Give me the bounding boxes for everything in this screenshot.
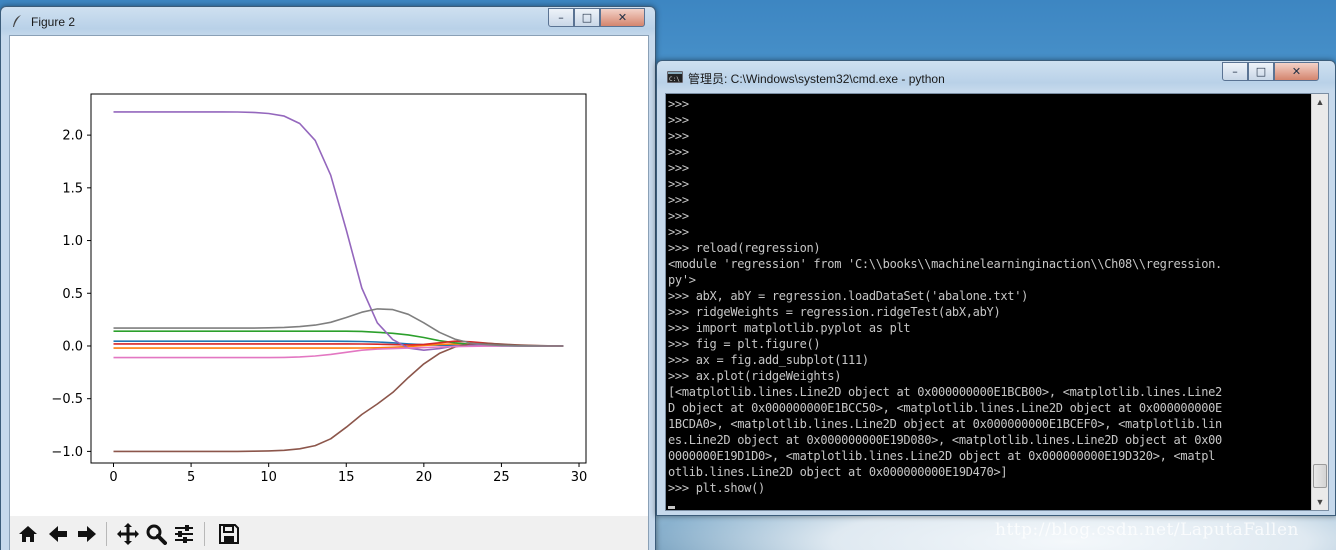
- svg-text:C:\: C:\: [669, 76, 680, 83]
- console-line: >>>: [668, 129, 689, 143]
- console-cursor: [668, 496, 1306, 510]
- x-tick-label: 15: [338, 470, 355, 485]
- console-line: >>>: [668, 209, 689, 223]
- close-button[interactable]: ✕: [600, 8, 645, 27]
- plot-frame: [90, 93, 587, 464]
- console-line: >>>: [668, 225, 689, 239]
- maximize-button[interactable]: □: [574, 8, 600, 27]
- figure-titlebar[interactable]: Figure 2 – □ ✕: [1, 7, 655, 37]
- x-tick-label: 5: [187, 470, 195, 485]
- x-tick-label: 20: [416, 470, 433, 485]
- zoom-icon[interactable]: [142, 520, 170, 548]
- figure-canvas-area: 0 5 10 15 20 25 30 2.0 1.5 1.0 0.5 0.0 −0.5 −1.0: [9, 35, 649, 550]
- forward-arrow-icon[interactable]: [73, 520, 101, 548]
- console-line: <module 'regression' from 'C:\\books\\ma…: [668, 257, 1222, 271]
- minimize-button[interactable]: –: [1222, 62, 1248, 81]
- figure-window: Figure 2 – □ ✕ 0 5 10 15 20 25 30 2.0 1.5 1.0 0.5 0…: [0, 6, 656, 550]
- y-tick-label: 1.0: [62, 234, 83, 249]
- console-line: 0000000E19D1D0>, <matplotlib.lines.Line2…: [668, 449, 1216, 463]
- save-icon[interactable]: [215, 520, 243, 548]
- console-line: [<matplotlib.lines.Line2D object at 0x00…: [668, 385, 1222, 399]
- watermark: http://blog.csdn.net/LaputaFallen: [995, 520, 1299, 540]
- cmd-icon: C:\: [666, 70, 684, 88]
- console-line: otlib.lines.Line2D object at 0x000000000…: [668, 465, 1008, 479]
- toolbar-separator: [204, 522, 205, 546]
- pan-icon[interactable]: [114, 520, 142, 548]
- y-tick-label: −1.0: [51, 445, 83, 460]
- close-button[interactable]: ✕: [1274, 62, 1319, 81]
- toolbar-separator: [106, 522, 107, 546]
- back-arrow-icon[interactable]: [44, 520, 72, 548]
- configure-subplots-icon[interactable]: [170, 520, 198, 548]
- scroll-up-icon[interactable]: ▲: [1312, 94, 1328, 110]
- console-line: >>>: [668, 145, 689, 159]
- console-line: >>>: [668, 161, 689, 175]
- cmd-window: C:\ 管理员: C:\Windows\system32\cmd.exe - p…: [656, 60, 1336, 516]
- y-tick-label: 1.5: [62, 181, 83, 196]
- console-line: >>> abX, abY = regression.loadDataSet('a…: [668, 289, 1029, 303]
- console-line: >>> ax = fig.add_subplot(111): [668, 353, 869, 367]
- y-tick-label: 2.0: [62, 129, 83, 144]
- x-tick-label: 10: [260, 470, 277, 485]
- navigation-toolbar: [10, 516, 648, 550]
- maximize-button[interactable]: □: [1248, 62, 1274, 81]
- y-tick-label: 0.5: [62, 287, 83, 302]
- x-tick-label: 25: [493, 470, 510, 485]
- x-tick-label: 30: [571, 470, 588, 485]
- console-line: 1BCDA0>, <matplotlib.lines.Line2D object…: [668, 417, 1222, 431]
- scroll-thumb[interactable]: [1313, 464, 1327, 488]
- console-line: py'>: [668, 273, 696, 287]
- console-output: >>> >>> >>> >>> >>> >>> >>> >>> >>> >>> reload(re…: [668, 96, 1306, 510]
- home-icon[interactable]: [14, 520, 42, 548]
- cmd-titlebar[interactable]: C:\ 管理员: C:\Windows\system32\cmd.exe - p…: [657, 61, 1335, 91]
- figure-title: Figure 2: [31, 15, 76, 29]
- x-tick-label: 0: [109, 470, 117, 485]
- console-line: >>> ridgeWeights = regression.ridgeTest(…: [668, 305, 1001, 319]
- console-line: >>>: [668, 113, 689, 127]
- console-line: >>> import matplotlib.pyplot as plt: [668, 321, 911, 335]
- cmd-title: 管理员: C:\Windows\system32\cmd.exe - pytho…: [688, 72, 945, 86]
- console-area[interactable]: >>> >>> >>> >>> >>> >>> >>> >>> >>> >>> reload(re…: [665, 93, 1329, 511]
- scroll-down-icon[interactable]: ▼: [1312, 494, 1328, 510]
- console-line: >>>: [668, 177, 689, 191]
- console-line: D object at 0x000000000E1BCC50>, <matplo…: [668, 401, 1222, 415]
- console-line: >>> reload(regression): [668, 241, 821, 255]
- console-line: >>>: [668, 193, 689, 207]
- console-line: >>> plt.show(): [668, 481, 765, 495]
- console-line: >>>: [668, 97, 689, 111]
- feather-icon: [11, 14, 23, 33]
- console-line: >>> fig = plt.figure(): [668, 337, 821, 351]
- console-line: >>> ax.plot(ridgeWeights): [668, 369, 842, 383]
- line-chart: 0 5 10 15 20 25 30 2.0 1.5 1.0 0.5 0.0 −0.5 −1.0: [51, 93, 588, 485]
- console-line: es.Line2D object at 0x000000000E19D080>,…: [668, 433, 1222, 447]
- y-tick-label: 0.0: [62, 339, 83, 354]
- minimize-button[interactable]: –: [548, 8, 574, 27]
- vertical-scrollbar[interactable]: ▲ ▼: [1311, 94, 1328, 510]
- y-tick-label: −0.5: [51, 392, 83, 407]
